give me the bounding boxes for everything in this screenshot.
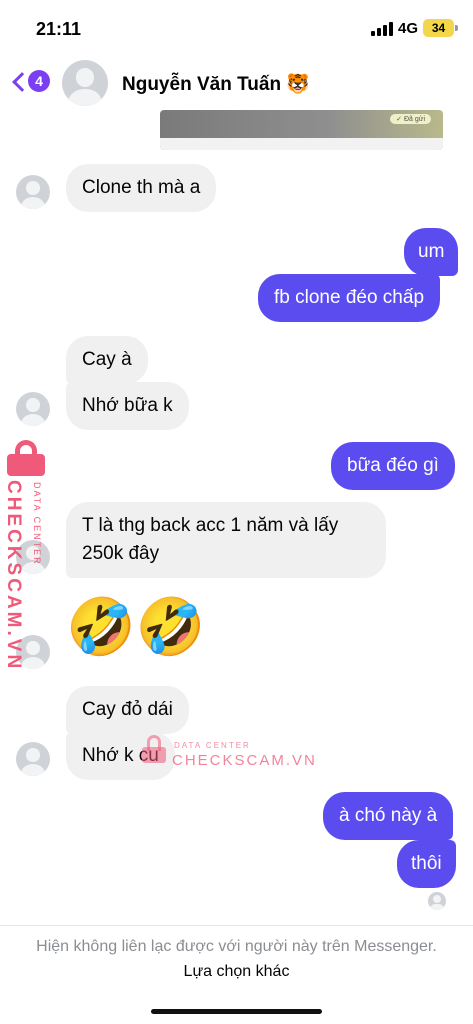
sender-avatar[interactable]: [16, 742, 50, 776]
unread-badge: 4: [28, 70, 50, 92]
watermark-sub: DATA CENTER: [174, 741, 251, 750]
message-bubble-outgoing[interactable]: fb clone đéo chấp: [258, 274, 441, 322]
chat-header: 4 Nguyễn Văn Tuấn 🐯: [0, 58, 473, 108]
preview-toolbar: [160, 138, 443, 150]
message-bubble-outgoing[interactable]: à chó này à: [323, 792, 454, 840]
message-bubble-incoming[interactable]: Cay à: [66, 336, 148, 384]
network-type: 4G: [398, 20, 419, 37]
footer-note: Hiện không liên lạc được với người này t…: [30, 934, 443, 984]
status-time: 21:11: [36, 19, 82, 39]
sent-tag: ✓ Đã gửi: [390, 114, 431, 124]
battery-tip: [455, 25, 458, 31]
message-bubble-outgoing[interactable]: thôi: [397, 840, 456, 888]
watermark-side: CHECKSCAM.VN DATA CENTER: [3, 440, 50, 671]
message-bubble-incoming[interactable]: Clone th mà a: [66, 164, 217, 212]
watermark-center: DATA CENTER CHECKSCAM.VN: [140, 735, 315, 775]
watermark-brand: CHECKSCAM.VN: [172, 752, 317, 769]
battery-icon: 34: [423, 19, 454, 37]
more-options-link[interactable]: Lựa chọn khác: [184, 963, 290, 980]
message-bubble-incoming[interactable]: Cay đỏ dái: [66, 686, 189, 734]
message-bubble-outgoing[interactable]: bữa đéo gì: [331, 442, 455, 490]
footer-divider: [0, 925, 473, 926]
home-indicator: [151, 1009, 322, 1014]
watermark-brand: CHECKSCAM.VN: [3, 480, 24, 672]
signal-icon: [371, 22, 393, 36]
seen-indicator-avatar: [428, 892, 446, 910]
back-button[interactable]: 4: [8, 68, 52, 98]
watermark-sub: DATA CENTER: [32, 482, 42, 566]
message-bubble-outgoing[interactable]: um: [404, 228, 459, 276]
lock-icon-body: [7, 454, 45, 476]
sender-avatar[interactable]: [16, 175, 50, 209]
contact-avatar[interactable]: [62, 60, 108, 106]
message-bubble-incoming[interactable]: T là thg back acc 1 năm và lấy 250k đây: [66, 502, 386, 578]
message-bubble-incoming[interactable]: Nhớ bữa k: [66, 382, 189, 430]
shared-image-preview[interactable]: ✓ Đã gửi: [160, 110, 443, 150]
sender-avatar[interactable]: [16, 392, 50, 426]
footer-note-text: Hiện không liên lạc được với người này t…: [36, 938, 437, 955]
status-bar: 21:11 4G 34: [0, 0, 473, 58]
contact-name[interactable]: Nguyễn Văn Tuấn 🐯: [122, 72, 310, 96]
emoji-message[interactable]: 🤣🤣: [66, 595, 205, 659]
lock-icon-body: [142, 747, 166, 763]
